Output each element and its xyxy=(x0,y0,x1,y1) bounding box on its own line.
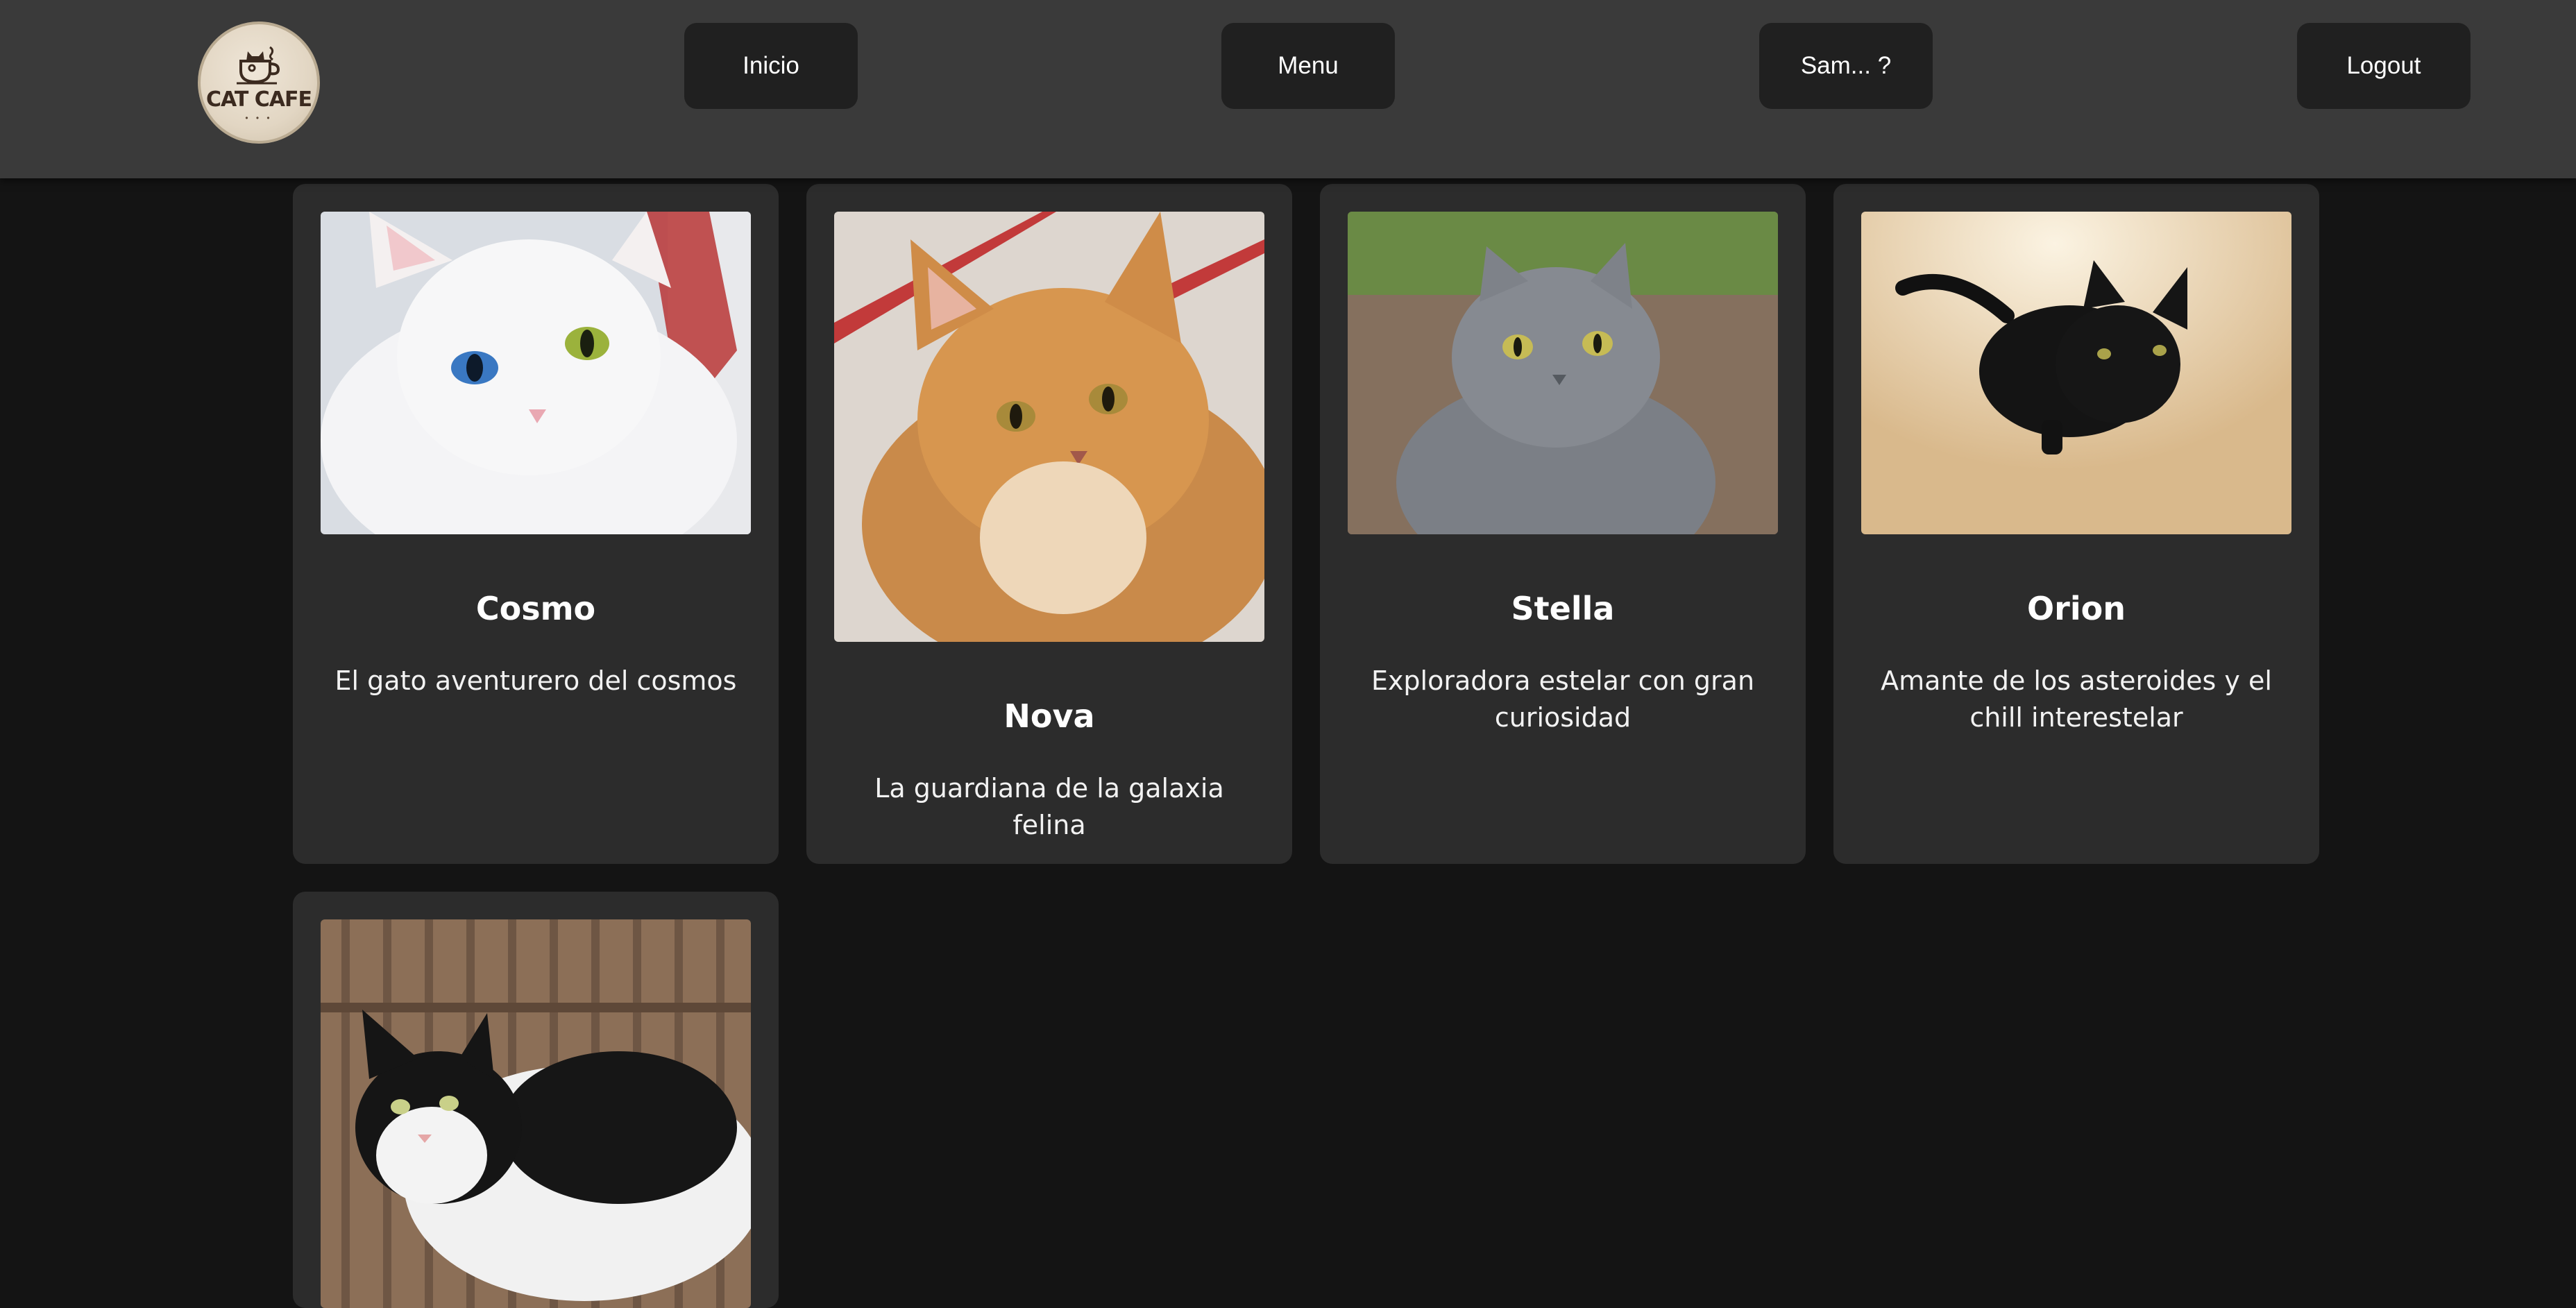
logo-ornament: • • • xyxy=(245,112,273,123)
cat-name: Cosmo xyxy=(475,590,596,627)
cat-summary: Amante de los asteroides y el chill inte… xyxy=(1881,665,2272,733)
cat-image-cosmo xyxy=(321,212,751,534)
cat-cafe-logo[interactable]: CAT CAFE • • • xyxy=(198,22,320,144)
cat-name: Stella xyxy=(1511,590,1615,627)
top-navbar: CAT CAFE • • • Inicio Menu Sam... ? Logo… xyxy=(0,0,2576,178)
cat-image-orion xyxy=(1861,212,2291,534)
cat-summary: La guardiana de la galaxia felina xyxy=(874,773,1224,840)
cat-name: Orion xyxy=(2027,590,2126,627)
logo-text: CAT CAFE xyxy=(205,87,312,112)
menu-button[interactable]: Menu xyxy=(1221,23,1395,109)
cat-card-cosmo[interactable]: Cosmo El gato aventurero del cosmos El g… xyxy=(293,184,779,864)
cat-image-nova xyxy=(834,212,1264,642)
cat-image-stella xyxy=(1348,212,1778,534)
cat-card-5[interactable] xyxy=(293,892,779,1308)
cat-summary: Exploradora estelar con gran curiosidad xyxy=(1371,665,1755,733)
user-button[interactable]: Sam... ? xyxy=(1759,23,1933,109)
cat-name: Nova xyxy=(1003,697,1095,735)
cat-cup-icon xyxy=(237,46,280,84)
logout-button[interactable]: Logout xyxy=(2297,23,2471,109)
inicio-button[interactable]: Inicio xyxy=(684,23,858,109)
cat-image-black-white xyxy=(321,919,751,1308)
cat-summary: El gato aventurero del cosmos xyxy=(334,665,737,696)
cat-card-stella[interactable]: Stella Exploradora estelar con gran curi… xyxy=(1320,184,1806,864)
cat-card-nova[interactable]: Nova La guardiana de la galaxia felina xyxy=(806,184,1292,864)
cat-card-orion[interactable]: Orion Amante de los asteroides y el chil… xyxy=(1833,184,2319,864)
